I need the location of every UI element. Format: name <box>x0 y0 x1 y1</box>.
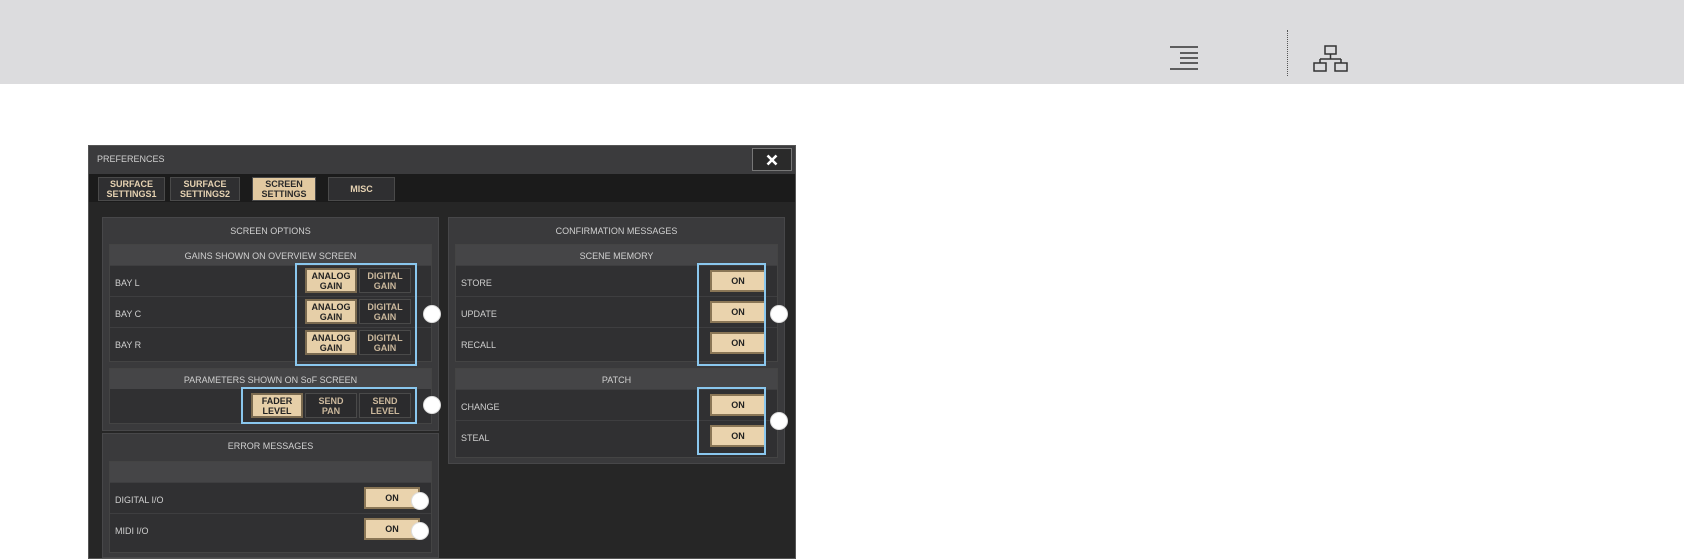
store-label: STORE <box>461 278 492 288</box>
scene-memory-highlight <box>697 263 766 366</box>
callout-marker <box>423 396 441 414</box>
tab-screen-settings[interactable]: SCREEN SETTINGS <box>252 177 316 201</box>
sof-group-header: PARAMETERS SHOWN ON SoF SCREEN <box>110 369 431 389</box>
confirmation-messages-title: CONFIRMATION MESSAGES <box>555 226 678 236</box>
tab-surface-settings2[interactable]: SURFACE SETTINGS2 <box>170 177 240 201</box>
patch-title: PATCH <box>601 375 632 385</box>
gains-group-header: GAINS SHOWN ON OVERVIEW SCREEN <box>110 245 431 265</box>
error-messages-section: ERROR MESSAGES DIGITAL I/O ON MIDI I/O O… <box>102 433 439 558</box>
table-row: DIGITAL I/O ON <box>110 482 431 514</box>
callout-marker <box>770 305 788 323</box>
window-titlebar: PREFERENCES <box>89 146 795 174</box>
window-title: PREFERENCES <box>97 154 165 164</box>
tab-surface-settings1[interactable]: SURFACE SETTINGS1 <box>98 177 165 201</box>
bay-l-label: BAY L <box>115 278 140 288</box>
callout-marker <box>411 522 429 540</box>
tab-misc[interactable]: MISC <box>328 177 395 201</box>
text-align-right-icon[interactable] <box>1168 45 1200 71</box>
update-label: UPDATE <box>461 309 497 319</box>
scene-memory-header: SCENE MEMORY <box>456 245 777 265</box>
close-icon <box>766 154 778 165</box>
recall-label: RECALL <box>461 340 497 350</box>
sitemap-icon[interactable] <box>1313 45 1349 73</box>
error-messages-title: ERROR MESSAGES <box>227 441 314 451</box>
bay-r-label: BAY R <box>115 340 142 350</box>
table-row: MIDI I/O ON <box>110 513 431 545</box>
error-messages-group-header <box>110 462 431 482</box>
sof-group-title: PARAMETERS SHOWN ON SoF SCREEN <box>183 375 358 385</box>
digital-io-label: DIGITAL I/O <box>115 495 164 505</box>
change-label: CHANGE <box>461 402 500 412</box>
gains-group-title: GAINS SHOWN ON OVERVIEW SCREEN <box>184 251 357 261</box>
scene-memory-title: SCENE MEMORY <box>579 251 654 261</box>
screen-options-title: SCREEN OPTIONS <box>230 226 311 236</box>
patch-header: PATCH <box>456 369 777 389</box>
callout-marker <box>770 412 788 430</box>
callout-marker <box>423 305 441 323</box>
midi-io-label: MIDI I/O <box>115 526 149 536</box>
sof-highlight <box>241 387 417 424</box>
patch-highlight <box>697 387 766 455</box>
error-messages-group: DIGITAL I/O ON MIDI I/O ON <box>109 461 432 553</box>
close-button[interactable] <box>752 148 792 171</box>
callout-marker <box>411 492 429 510</box>
tab-bar: SURFACE SETTINGS1 SURFACE SETTINGS2 SCREEN… <box>89 174 795 202</box>
toolbar-separator <box>1287 30 1288 76</box>
gains-highlight <box>295 263 417 366</box>
steal-label: STEAL <box>461 433 490 443</box>
bay-c-label: BAY C <box>115 309 142 319</box>
preferences-window: PREFERENCES SURFACE SETTINGS1 SURFACE SETT… <box>88 145 796 559</box>
top-toolbar <box>0 0 1684 84</box>
